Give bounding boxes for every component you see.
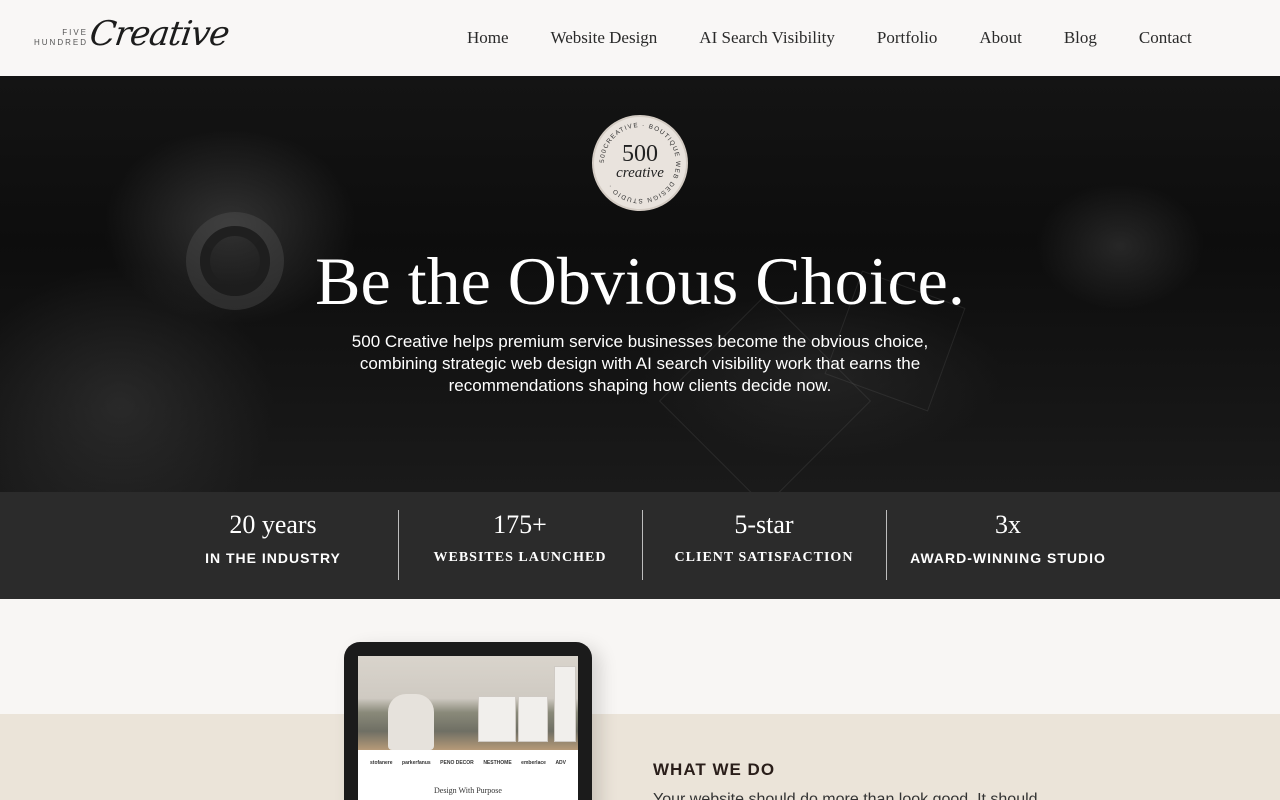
main-nav: Home Website Design AI Search Visibility… bbox=[446, 28, 1213, 48]
stat-websites: 175+ WEBSITES LAUNCHED bbox=[398, 510, 642, 566]
nav-ai-search-visibility[interactable]: AI Search Visibility bbox=[678, 28, 856, 48]
hero-section: 500CREATIVE · BOUTIQUE WEB DESIGN STUDIO… bbox=[0, 76, 1280, 492]
stat-satisfaction: 5-star CLIENT SATISFACTION bbox=[642, 510, 886, 566]
stat-label: CLIENT SATISFACTION bbox=[674, 550, 854, 565]
tablet-logo: PENO DECOR bbox=[440, 760, 474, 766]
stool bbox=[388, 694, 434, 750]
tablet-camera bbox=[448, 647, 488, 660]
stat-label: WEBSITES LAUNCHED bbox=[433, 550, 607, 565]
hero-subtitle: 500 Creative helps premium service busin… bbox=[351, 332, 929, 395]
stat-label: IN THE INDUSTRY bbox=[205, 550, 341, 566]
hero-title: Be the Obvious Choice. bbox=[315, 243, 965, 319]
badge-word: creative bbox=[616, 165, 664, 181]
what-we-do-heading: WHAT WE DO bbox=[653, 760, 776, 779]
what-we-do-beige-band bbox=[0, 714, 1280, 800]
nav-blog[interactable]: Blog bbox=[1043, 28, 1118, 48]
stat-years: 20 years IN THE INDUSTRY bbox=[151, 510, 395, 566]
stats-bar: 20 years IN THE INDUSTRY 175+ WEBSITES L… bbox=[0, 492, 1280, 599]
tablet-logos-row: stofanere parkerfanus PENO DECOR NESTHOM… bbox=[370, 760, 566, 766]
tablet-screen: stofanere parkerfanus PENO DECOR NESTHOM… bbox=[358, 656, 578, 800]
tablet-logo: emberlace bbox=[521, 760, 546, 766]
tablet-logo: ADV bbox=[555, 760, 566, 766]
cabinet bbox=[554, 666, 576, 742]
stat-awards: 3x AWARD-WINNING STUDIO bbox=[886, 510, 1130, 566]
site-header: FIVE HUNDRED Creative Home Website Desig… bbox=[0, 0, 1280, 76]
stat-value: 20 years bbox=[229, 510, 317, 539]
nav-contact[interactable]: Contact bbox=[1118, 28, 1213, 48]
logo-five: FIVE bbox=[62, 28, 88, 37]
stat-value: 3x bbox=[995, 510, 1021, 539]
what-we-do-top-band bbox=[0, 599, 1280, 714]
tablet-mockup-image: stofanere parkerfanus PENO DECOR NESTHOM… bbox=[344, 642, 592, 800]
logo-hundred: HUNDRED bbox=[34, 38, 88, 47]
logo[interactable]: FIVE HUNDRED Creative bbox=[32, 12, 231, 64]
nav-portfolio[interactable]: Portfolio bbox=[856, 28, 958, 48]
kitchen-photo bbox=[358, 656, 578, 750]
what-we-do-text: Your website should do more than look go… bbox=[653, 791, 1038, 800]
logo-script: Creative bbox=[87, 14, 232, 54]
studio-badge: 500CREATIVE · BOUTIQUE WEB DESIGN STUDIO… bbox=[592, 115, 688, 211]
nav-website-design[interactable]: Website Design bbox=[530, 28, 679, 48]
tablet-logo: parkerfanus bbox=[402, 760, 431, 766]
stat-label: AWARD-WINNING STUDIO bbox=[910, 550, 1106, 566]
tablet-logo: NESTHOME bbox=[483, 760, 512, 766]
nav-home[interactable]: Home bbox=[446, 28, 530, 48]
badge-number: 500 bbox=[622, 141, 658, 167]
tablet-logo: stofanere bbox=[370, 760, 393, 766]
nav-about[interactable]: About bbox=[958, 28, 1043, 48]
tablet-tagline: Design With Purpose bbox=[434, 786, 502, 795]
cabinet bbox=[478, 696, 516, 742]
stat-value: 175+ bbox=[493, 510, 547, 539]
cabinet bbox=[518, 696, 548, 742]
stat-value: 5-star bbox=[734, 510, 794, 539]
